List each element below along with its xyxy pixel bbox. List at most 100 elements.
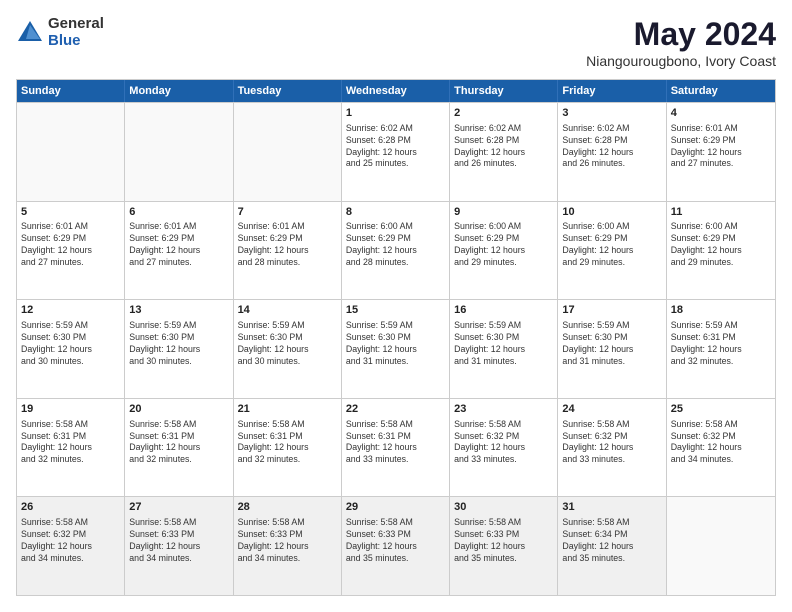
day-number: 13 (129, 303, 228, 318)
calendar-row-1: 5Sunrise: 6:01 AM Sunset: 6:29 PM Daylig… (17, 201, 775, 300)
calendar-cell: 17Sunrise: 5:59 AM Sunset: 6:30 PM Dayli… (558, 300, 666, 398)
header-day-thursday: Thursday (450, 80, 558, 102)
cell-text: Sunrise: 6:02 AM Sunset: 6:28 PM Dayligh… (454, 123, 553, 171)
cell-text: Sunrise: 5:58 AM Sunset: 6:31 PM Dayligh… (21, 419, 120, 467)
day-number: 19 (21, 402, 120, 417)
logo: General Blue (16, 16, 104, 49)
cell-text: Sunrise: 5:59 AM Sunset: 6:31 PM Dayligh… (671, 320, 771, 368)
calendar-cell: 27Sunrise: 5:58 AM Sunset: 6:33 PM Dayli… (125, 497, 233, 595)
cell-text: Sunrise: 5:59 AM Sunset: 6:30 PM Dayligh… (346, 320, 445, 368)
calendar-cell: 6Sunrise: 6:01 AM Sunset: 6:29 PM Daylig… (125, 202, 233, 300)
calendar-cell: 13 Sunrise: 5:59 AM Sunset: 6:30 PM Dayli… (125, 300, 233, 398)
day-number: 21 (238, 402, 337, 417)
header-day-monday: Monday (125, 80, 233, 102)
day-number: 16 (454, 303, 553, 318)
cell-text: Sunrise: 5:58 AM Sunset: 6:33 PM Dayligh… (346, 517, 445, 565)
calendar-cell: 20 Sunrise: 5:58 AM Sunset: 6:31 PM Dayli… (125, 399, 233, 497)
cell-text: Sunrise: 5:58 AM Sunset: 6:31 PM Dayligh… (238, 419, 337, 467)
cell-text: Sunrise: 5:58 AM Sunset: 6:32 PM Dayligh… (671, 419, 771, 467)
calendar-cell: 26 Sunrise: 5:58 AM Sunset: 6:32 PM Dayli… (17, 497, 125, 595)
calendar-header-row: SundayMondayTuesdayWednesdayThursdayFrid… (17, 80, 775, 102)
cell-text: Sunrise: 5:58 AM Sunset: 6:33 PM Dayligh… (238, 517, 337, 565)
day-number: 3 (562, 106, 661, 121)
cell-text: Sunrise: 6:00 AM Sunset: 6:29 PM Dayligh… (671, 221, 771, 269)
day-number: 1 (346, 106, 445, 121)
cell-text: Sunrise: 5:58 AM Sunset: 6:32 PM Dayligh… (454, 419, 553, 467)
day-number: 7 (238, 205, 337, 220)
cell-text: Sunrise: 6:01 AM Sunset: 6:29 PM Dayligh… (129, 221, 228, 269)
day-number: 18 (671, 303, 771, 318)
day-number: 28 (238, 500, 337, 515)
cell-text: Sunrise: 5:59 AM Sunset: 6:30 PM Dayligh… (562, 320, 661, 368)
cell-text: Sunrise: 5:59 AM Sunset: 6:30 PM Dayligh… (454, 320, 553, 368)
calendar-cell: 3 Sunrise: 6:02 AM Sunset: 6:28 PM Daylig… (558, 103, 666, 201)
day-number: 25 (671, 402, 771, 417)
day-number: 6 (129, 205, 228, 220)
calendar-cell: 22 Sunrise: 5:58 AM Sunset: 6:31 PM Dayli… (342, 399, 450, 497)
calendar-cell (667, 497, 775, 595)
calendar-cell: 15 Sunrise: 5:59 AM Sunset: 6:30 PM Dayli… (342, 300, 450, 398)
cell-text: Sunrise: 5:59 AM Sunset: 6:30 PM Dayligh… (129, 320, 228, 368)
cell-text: Sunrise: 5:58 AM Sunset: 6:32 PM Dayligh… (562, 419, 661, 467)
cell-text: Sunrise: 6:00 AM Sunset: 6:29 PM Dayligh… (562, 221, 661, 269)
calendar-cell: 24Sunrise: 5:58 AM Sunset: 6:32 PM Dayli… (558, 399, 666, 497)
cell-text: Sunrise: 6:00 AM Sunset: 6:29 PM Dayligh… (346, 221, 445, 269)
calendar-cell (234, 103, 342, 201)
title-block: May 2024 Niangourougbono, Ivory Coast (586, 16, 776, 69)
cell-text: Sunrise: 5:58 AM Sunset: 6:31 PM Dayligh… (129, 419, 228, 467)
calendar-cell: 1Sunrise: 6:02 AM Sunset: 6:28 PM Daylig… (342, 103, 450, 201)
header-day-wednesday: Wednesday (342, 80, 450, 102)
day-number: 4 (671, 106, 771, 121)
day-number: 27 (129, 500, 228, 515)
calendar-cell: 5Sunrise: 6:01 AM Sunset: 6:29 PM Daylig… (17, 202, 125, 300)
calendar-cell: 7Sunrise: 6:01 AM Sunset: 6:29 PM Daylig… (234, 202, 342, 300)
calendar-cell: 4 Sunrise: 6:01 AM Sunset: 6:29 PM Daylig… (667, 103, 775, 201)
logo-text: General Blue (48, 16, 104, 49)
day-number: 31 (562, 500, 661, 515)
cell-text: Sunrise: 5:58 AM Sunset: 6:33 PM Dayligh… (454, 517, 553, 565)
calendar-cell: 8Sunrise: 6:00 AM Sunset: 6:29 PM Daylig… (342, 202, 450, 300)
header-day-saturday: Saturday (667, 80, 775, 102)
calendar-cell: 14Sunrise: 5:59 AM Sunset: 6:30 PM Dayli… (234, 300, 342, 398)
day-number: 30 (454, 500, 553, 515)
calendar-cell: 28 Sunrise: 5:58 AM Sunset: 6:33 PM Dayli… (234, 497, 342, 595)
header: General Blue May 2024 Niangourougbono, I… (16, 16, 776, 69)
day-number: 12 (21, 303, 120, 318)
calendar-row-3: 19 Sunrise: 5:58 AM Sunset: 6:31 PM Dayli… (17, 398, 775, 497)
day-number: 23 (454, 402, 553, 417)
day-number: 2 (454, 106, 553, 121)
header-day-tuesday: Tuesday (234, 80, 342, 102)
day-number: 26 (21, 500, 120, 515)
day-number: 20 (129, 402, 228, 417)
cell-text: Sunrise: 6:02 AM Sunset: 6:28 PM Dayligh… (562, 123, 661, 171)
calendar-cell (17, 103, 125, 201)
calendar-cell: 29 Sunrise: 5:58 AM Sunset: 6:33 PM Dayli… (342, 497, 450, 595)
day-number: 14 (238, 303, 337, 318)
calendar-cell: 31 Sunrise: 5:58 AM Sunset: 6:34 PM Dayli… (558, 497, 666, 595)
cell-text: Sunrise: 6:00 AM Sunset: 6:29 PM Dayligh… (454, 221, 553, 269)
day-number: 5 (21, 205, 120, 220)
calendar-body: 1 Sunrise: 6:02 AM Sunset: 6:28 PM Daylig… (17, 102, 775, 595)
calendar-cell: 9Sunrise: 6:00 AM Sunset: 6:29 PM Daylig… (450, 202, 558, 300)
page: General Blue May 2024 Niangourougbono, I… (0, 0, 792, 612)
calendar-row-0: 1 Sunrise: 6:02 AM Sunset: 6:28 PM Daylig… (17, 102, 775, 201)
calendar: SundayMondayTuesdayWednesdayThursdayFrid… (16, 79, 776, 596)
cell-text: Sunrise: 5:58 AM Sunset: 6:31 PM Dayligh… (346, 419, 445, 467)
calendar-cell: 2 Sunrise: 6:02 AM Sunset: 6:28 PM Daylig… (450, 103, 558, 201)
logo-blue: Blue (48, 33, 104, 50)
calendar-cell: 30 Sunrise: 5:58 AM Sunset: 6:33 PM Dayli… (450, 497, 558, 595)
cell-text: Sunrise: 6:01 AM Sunset: 6:29 PM Dayligh… (21, 221, 120, 269)
calendar-cell: 23 Sunrise: 5:58 AM Sunset: 6:32 PM Dayli… (450, 399, 558, 497)
day-number: 22 (346, 402, 445, 417)
logo-general: General (48, 16, 104, 33)
cell-text: Sunrise: 5:58 AM Sunset: 6:34 PM Dayligh… (562, 517, 661, 565)
calendar-cell: 10Sunrise: 6:00 AM Sunset: 6:29 PM Dayli… (558, 202, 666, 300)
calendar-cell: 16 Sunrise: 5:59 AM Sunset: 6:30 PM Dayli… (450, 300, 558, 398)
day-number: 29 (346, 500, 445, 515)
calendar-cell: 18 Sunrise: 5:59 AM Sunset: 6:31 PM Dayli… (667, 300, 775, 398)
cell-text: Sunrise: 6:01 AM Sunset: 6:29 PM Dayligh… (238, 221, 337, 269)
day-number: 15 (346, 303, 445, 318)
cell-text: Sunrise: 5:58 AM Sunset: 6:32 PM Dayligh… (21, 517, 120, 565)
day-number: 10 (562, 205, 661, 220)
cell-text: Sunrise: 6:01 AM Sunset: 6:29 PM Dayligh… (671, 123, 771, 171)
